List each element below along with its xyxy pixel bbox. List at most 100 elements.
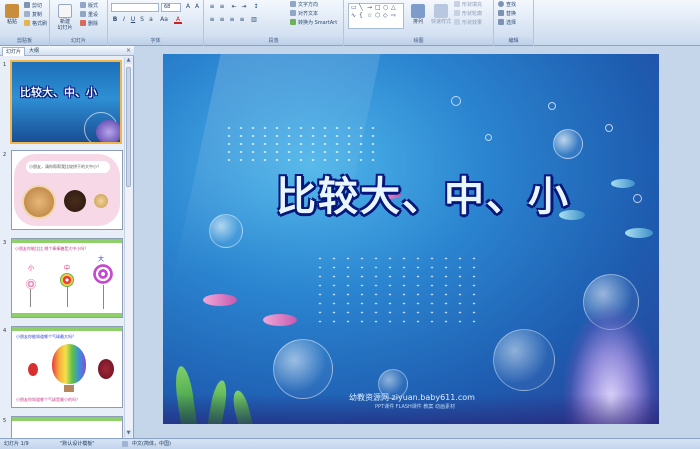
strikethrough-button[interactable]: S (138, 16, 146, 24)
panel-scrollbar[interactable]: ▲ ▼ (124, 57, 132, 437)
small-cookie-icon (94, 194, 108, 208)
delete-slide-button[interactable]: 删除 (80, 20, 98, 28)
bubble-decoration (273, 339, 333, 399)
watermark-subtext: PPT课件 FLASH课件 教案 动画素材 (375, 404, 455, 410)
font-color-button[interactable]: A (174, 16, 182, 24)
layout-icon (80, 2, 86, 8)
lollipop-stick (103, 285, 104, 309)
curve-shape-icon: ∿ (351, 12, 357, 19)
slides-group: 新建 幻灯片 版式 重设 删除 幻灯片 (50, 0, 108, 46)
align-text-button[interactable]: 对齐文本 (290, 10, 318, 18)
line-shape-icon: ╲ (359, 4, 363, 11)
rectangle-shape-icon: □ (375, 4, 381, 11)
thumbnail-caption: 小朋友你能知道哪个气球最大吗？ (16, 334, 76, 339)
align-left-button[interactable]: ≡ (208, 16, 216, 24)
line-spacing-button[interactable]: ↕ (252, 3, 260, 11)
editing-group: 查找 替换 选择 编辑 (494, 0, 534, 46)
clipboard-group-label: 剪贴板 (0, 37, 49, 45)
thumbnail-caption: 小朋友你能比比 哪个棒棒糖是大中小吗？ (15, 246, 89, 251)
diamond-shape-icon: ◇ (383, 12, 388, 19)
textbox-shape-icon: ▭ (351, 4, 357, 11)
replace-button[interactable]: 替换 (498, 10, 516, 18)
scroll-thumb[interactable] (126, 67, 131, 187)
bubble-decoration (485, 134, 492, 141)
shrink-font-button[interactable]: A (193, 3, 201, 11)
change-case-button[interactable]: Aa (160, 16, 168, 24)
convert-smartart-button[interactable]: 转换为 SmartArt (290, 19, 337, 27)
scroll-up-icon[interactable]: ▲ (125, 57, 132, 64)
font-name-combo[interactable] (111, 3, 159, 12)
paste-button[interactable]: 粘贴 (2, 3, 22, 35)
reset-button[interactable]: 重设 (80, 11, 98, 19)
bubble-decoration (605, 124, 613, 132)
slide-canvas: 比较大、中、小 幼教资源网 ziyuan.baby611.com PPT课件 F… (135, 46, 700, 438)
green-border (12, 417, 122, 421)
large-cookie-icon (22, 185, 56, 219)
tab-outline[interactable]: 大纲 (26, 47, 42, 56)
copy-icon (24, 11, 30, 17)
scissors-icon (24, 2, 30, 8)
shape-fill-button[interactable]: 形状填充 (454, 1, 482, 9)
font-size-combo[interactable]: 68 (161, 3, 181, 12)
medium-label: 中 (64, 265, 71, 272)
shapes-gallery[interactable]: ▭ ╲ → □ ○ △ ∿ { ☆ ⬡ ◇ ⇨ (348, 3, 404, 29)
thumbnail-caption: 小朋友，请你帮帮我比较饼干的大中小？ (26, 161, 110, 173)
quick-styles-button[interactable]: 快速样式 (430, 3, 452, 35)
columns-button[interactable]: ▥ (250, 16, 258, 24)
font-group-label: 字体 (108, 37, 203, 45)
underline-button[interactable]: U (129, 16, 137, 24)
spell-check-icon[interactable] (122, 441, 128, 447)
bullets-button[interactable]: ≡ (208, 3, 216, 11)
slide-thumbnail-5[interactable] (11, 416, 123, 438)
new-slide-button[interactable]: 新建 幻灯片 (53, 3, 77, 35)
cursor-icon (498, 19, 504, 25)
slide-thumbnail-4[interactable]: 小朋友你能知道哪个气球最大吗？ 小朋友你知道哪个气球是最小的吗？ (11, 326, 123, 408)
language-indicator[interactable]: 中文(简体，中国) (132, 439, 171, 449)
thumbnail-number: 5 (3, 418, 7, 424)
scroll-down-icon[interactable]: ▼ (125, 430, 132, 437)
drawing-group: ▭ ╲ → □ ○ △ ∿ { ☆ ⬡ ◇ ⇨ 排列 快速样式 形状填充 形状轮… (344, 0, 494, 46)
align-right-button[interactable]: ≡ (228, 16, 236, 24)
numbering-button[interactable]: ≡ (218, 3, 226, 11)
slide-title[interactable]: 比较大、中、小 (213, 164, 633, 222)
slide-thumbnail-3[interactable]: 小朋友你能比比 哪个棒棒糖是大中小吗？ 小 中 大 (11, 238, 123, 318)
quick-styles-icon (434, 4, 448, 18)
select-button[interactable]: 选择 (498, 19, 516, 27)
paragraph-group-label: 段落 (204, 37, 343, 45)
ribbon: 粘贴 剪切 复制 格式刷 剪贴板 新建 幻灯片 版式 重设 删除 幻灯片 68 … (0, 0, 700, 46)
cut-button[interactable]: 剪切 (24, 2, 42, 10)
align-center-button[interactable]: ≡ (218, 16, 226, 24)
bold-button[interactable]: B (111, 16, 119, 24)
brace-shape-icon: { (359, 12, 363, 19)
shape-effects-button[interactable]: 形状效果 (454, 19, 482, 27)
italic-button[interactable]: I (120, 16, 128, 24)
slide-thumbnail-2[interactable]: 小朋友，请你帮帮我比较饼干的大中小？ (11, 150, 123, 230)
fish-school-decoration (223, 124, 383, 164)
format-painter-button[interactable]: 格式刷 (24, 20, 47, 28)
arrange-button[interactable]: 排列 (408, 3, 428, 35)
decrease-indent-button[interactable]: ⇤ (230, 3, 238, 11)
panel-tabs: 幻灯片 大纲 × (0, 46, 134, 56)
align-text-icon (290, 10, 296, 16)
close-icon[interactable]: × (126, 47, 131, 55)
find-button[interactable]: 查找 (498, 1, 516, 9)
bubble-decoration (451, 96, 461, 106)
slide-thumbnail-1[interactable]: 比较大、中、小 (10, 60, 122, 144)
text-direction-icon (290, 1, 296, 7)
increase-indent-button[interactable]: ⇥ (240, 3, 248, 11)
small-label: 小 (28, 265, 35, 272)
paint-bucket-icon (454, 1, 460, 7)
shape-outline-button[interactable]: 形状轮廓 (454, 10, 482, 18)
current-slide[interactable]: 比较大、中、小 幼教资源网 ziyuan.baby611.com PPT课件 F… (163, 54, 659, 424)
pencil-icon (454, 10, 460, 16)
copy-button[interactable]: 复制 (24, 11, 42, 19)
layout-button[interactable]: 版式 (80, 2, 98, 10)
bubble-decoration (493, 329, 555, 391)
text-direction-button[interactable]: 文字方向 (290, 1, 318, 9)
lollipop-stick (30, 289, 31, 307)
tab-slides[interactable]: 幻灯片 (2, 47, 26, 56)
large-lollipop-icon (92, 263, 114, 285)
justify-button[interactable]: ≡ (238, 16, 246, 24)
shadow-button[interactable]: a (147, 16, 155, 24)
grow-font-button[interactable]: A (184, 3, 192, 11)
